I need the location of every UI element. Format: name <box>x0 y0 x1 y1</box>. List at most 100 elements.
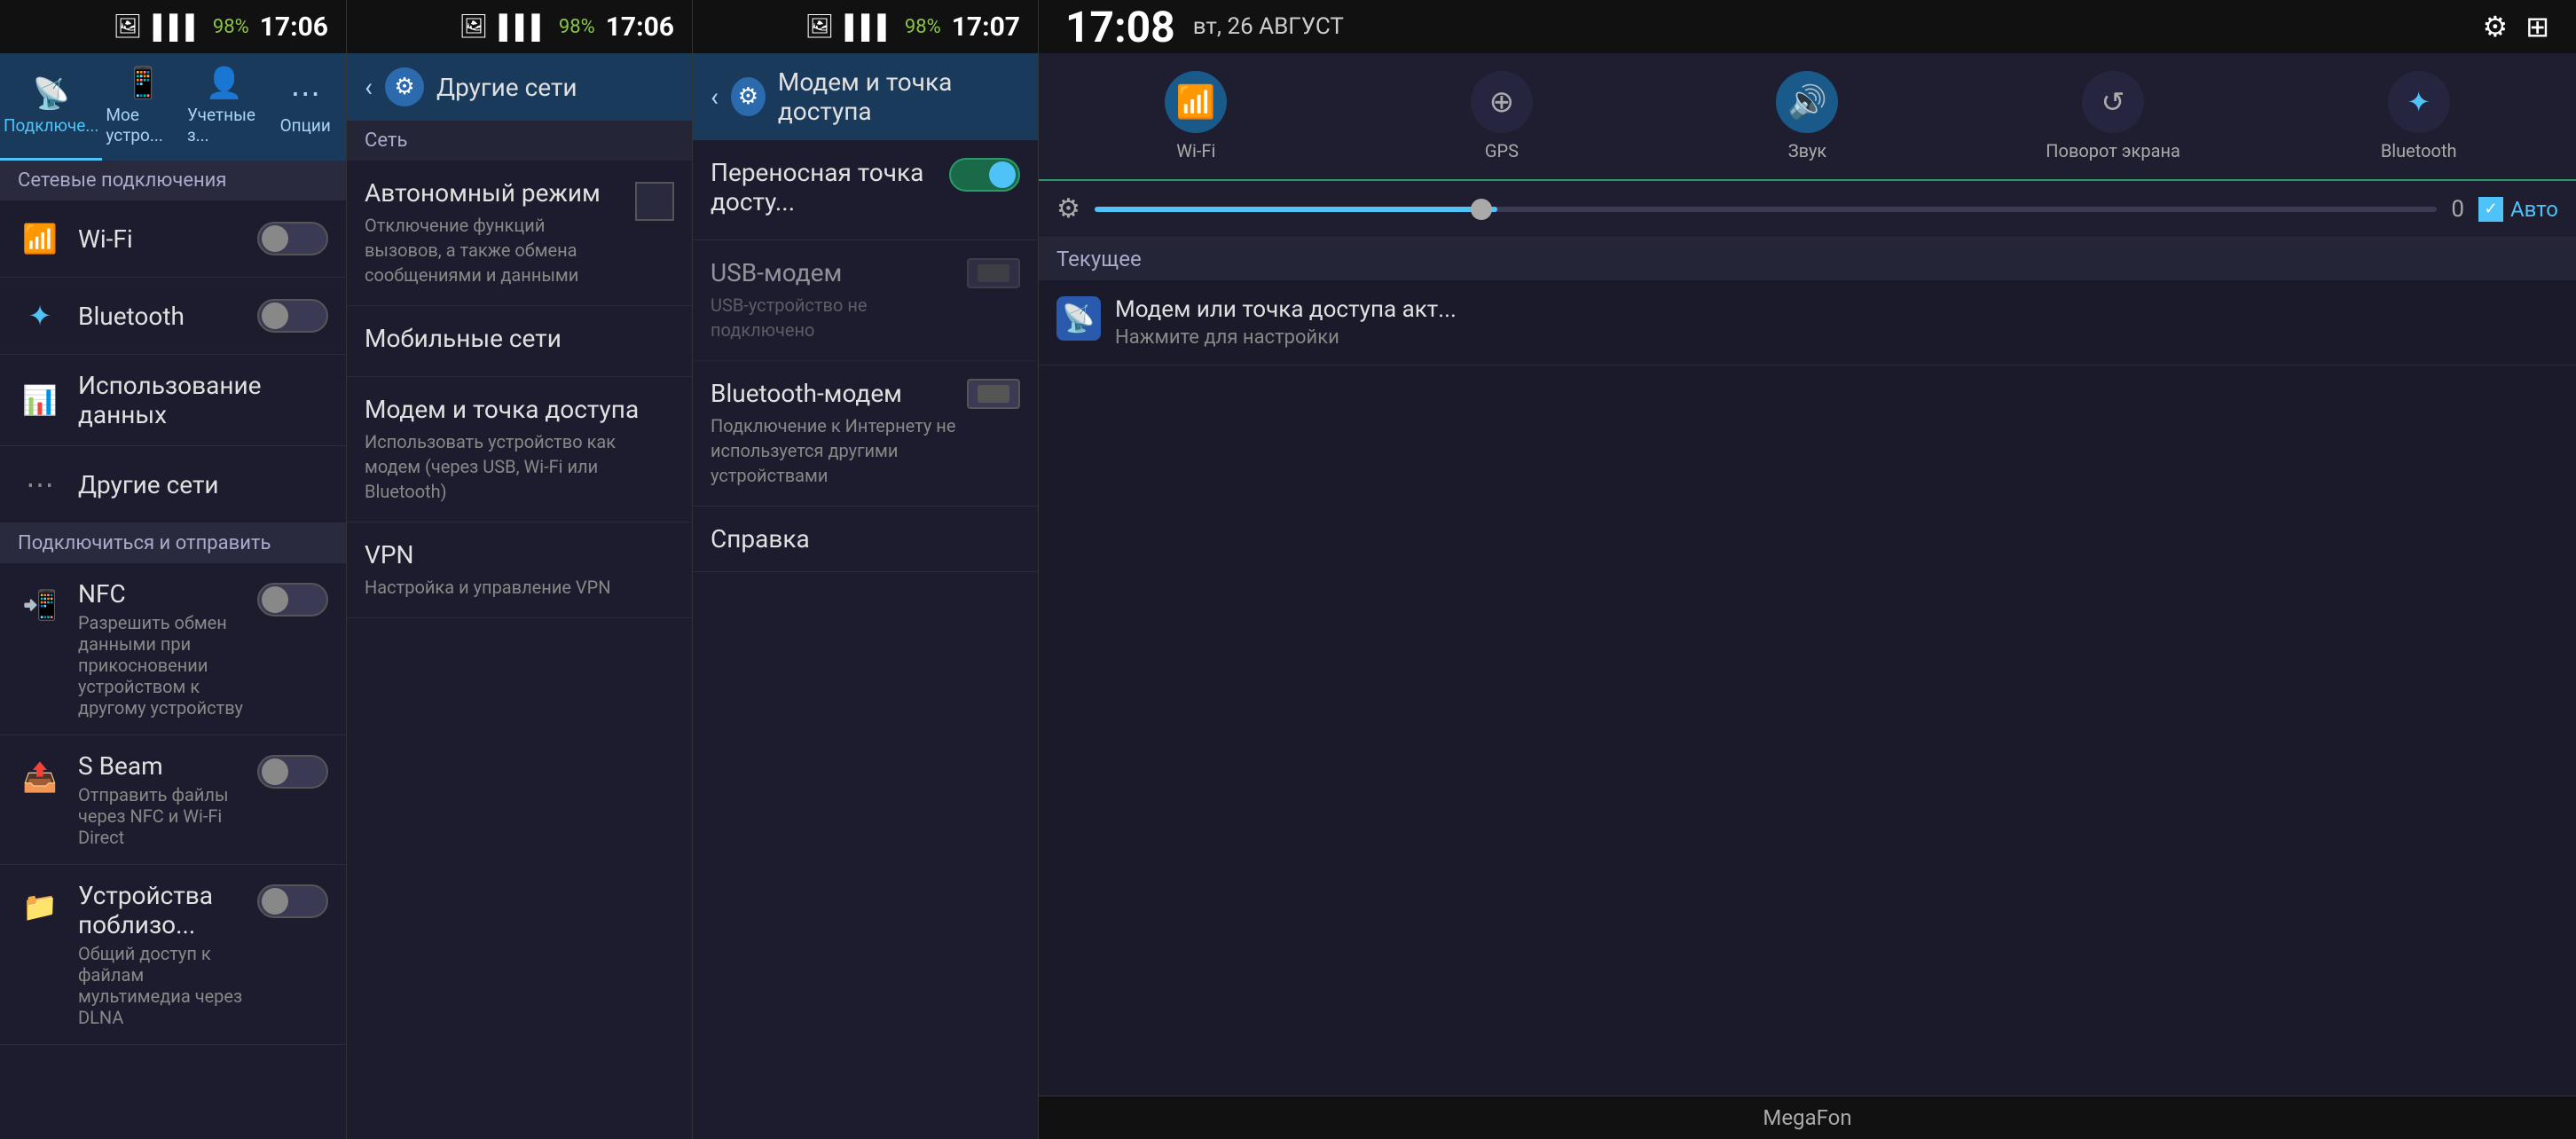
back-button-3[interactable]: ‹ <box>711 82 719 113</box>
bluetooth-toggle-circle <box>262 302 288 329</box>
sbeam-text: S Beam Отправить файлы через NFC и Wi-Fi… <box>78 751 257 848</box>
modem-hotspot-header-title: Модем и точка доступа <box>778 67 1020 126</box>
portable-hotspot-item[interactable]: Переносная точка досту... <box>693 140 1038 240</box>
bluetooth-toggle[interactable] <box>257 299 328 333</box>
section-connect: Подключиться и отправить <box>0 523 346 563</box>
nfc-text: NFC Разрешить обмен данными при прикосно… <box>78 579 257 719</box>
wifi-text: Wi-Fi <box>78 224 257 254</box>
notif-status-icons: ⚙ ⊞ <box>2483 10 2550 43</box>
nfc-toggle[interactable] <box>257 583 328 617</box>
modem-hotspot-desc: Использовать устройство как модем (через… <box>365 429 674 504</box>
brightness-slider[interactable] <box>1095 207 2437 212</box>
usb-modem-item[interactable]: USB-модем USB-устройство не подключено <box>693 240 1038 361</box>
portable-hotspot-toggle[interactable] <box>949 158 1020 192</box>
usb-modem-checkbox-inner <box>978 264 1009 282</box>
autonomous-mode-item[interactable]: Автономный режим Отключение функций вызо… <box>347 161 692 306</box>
portable-hotspot-text: Переносная точка досту... <box>711 158 940 222</box>
panel-other-networks: 🖼 ▌▌▌ 98% 17:06 ‹ ⚙ Другие сети Сеть Авт… <box>346 0 692 1139</box>
notif-item-hotspot[interactable]: 📡 Модем или точка доступа акт... Нажмите… <box>1039 280 2576 365</box>
sbeam-toggle[interactable] <box>257 755 328 789</box>
other-networks-text: Другие сети <box>78 470 328 499</box>
auto-check-icon: ✓ <box>2478 197 2503 222</box>
bluetooth-icon: ✦ <box>18 294 62 338</box>
bluetooth-setting[interactable]: ✦ Bluetooth <box>0 278 346 355</box>
vpn-item[interactable]: VPN Настройка и управление VPN <box>347 522 692 618</box>
my-device-label: Мое устро... <box>106 105 180 145</box>
autonomous-mode-checkbox[interactable] <box>635 182 674 221</box>
wifi-icon: 📶 <box>18 216 62 261</box>
brightness-icon[interactable]: ⚙ <box>1056 193 1080 224</box>
quick-sound[interactable]: 🔊 Звук <box>1659 71 1956 161</box>
panel-connections: 🖼 ▌▌▌ 98% 17:06 📡 Подключе... 📱 Мое устр… <box>0 0 346 1139</box>
other-networks-setting[interactable]: ⋯ Другие сети <box>0 446 346 523</box>
quick-gps[interactable]: ⊕ GPS <box>1354 71 1651 161</box>
other-networks-title: Другие сети <box>78 470 328 499</box>
battery-2: 98% <box>559 16 595 38</box>
bluetooth-modem-checkbox[interactable] <box>967 379 1020 409</box>
battery-1: 98% <box>213 16 249 38</box>
notif-section-current: Текущее <box>1039 238 2576 280</box>
quick-gps-icon: ⊕ <box>1471 71 1533 133</box>
usb-modem-title: USB-модем <box>711 258 958 287</box>
usb-modem-checkbox[interactable] <box>967 258 1020 288</box>
tab-connections[interactable]: 📡 Подключе... <box>0 53 102 161</box>
status-bar-2: 🖼 ▌▌▌ 98% 17:06 <box>347 0 692 53</box>
other-networks-header: ‹ ⚙ Другие сети <box>347 53 692 121</box>
mobile-networks-item[interactable]: Мобильные сети <box>347 306 692 377</box>
tab-options[interactable]: ⋯ Опции <box>264 53 346 161</box>
nearby-toggle[interactable] <box>257 884 328 918</box>
bluetooth-modem-desc: Подключение к Интернету не используется … <box>711 413 958 488</box>
wifi-setting[interactable]: 📶 Wi-Fi <box>0 200 346 278</box>
battery-3: 98% <box>905 16 941 38</box>
settings-icon[interactable]: ⚙ <box>2483 10 2509 43</box>
other-networks-header-icon: ⚙ <box>385 67 424 106</box>
sbeam-setting[interactable]: 📤 S Beam Отправить файлы через NFC и Wi-… <box>0 735 346 865</box>
accounts-label: Учетные з... <box>187 105 262 145</box>
quick-bluetooth[interactable]: ✦ Bluetooth <box>2270 71 2567 161</box>
quick-wifi[interactable]: 📶 Wi-Fi <box>1048 71 1345 161</box>
bluetooth-modem-checkbox-inner <box>978 385 1009 403</box>
data-usage-title: Использование данных <box>78 371 328 429</box>
autonomous-mode-title: Автономный режим <box>365 178 626 208</box>
wifi-toggle-circle <box>262 225 288 252</box>
grid-icon[interactable]: ⊞ <box>2525 10 2549 43</box>
bluetooth-text: Bluetooth <box>78 302 257 331</box>
brightness-auto-label: Авто <box>2510 197 2558 222</box>
quick-sound-icon: 🔊 <box>1776 71 1838 133</box>
sbeam-desc: Отправить файлы через NFC и Wi-Fi Direct <box>78 784 257 848</box>
quick-gps-label: GPS <box>1485 140 1519 161</box>
wifi-title: Wi-Fi <box>78 224 257 254</box>
tab-bar-1: 📡 Подключе... 📱 Мое устро... 👤 Учетные з… <box>0 53 346 161</box>
image-icon-2: 🖼 <box>459 13 489 40</box>
tab-my-device[interactable]: 📱 Мое устро... <box>102 53 184 161</box>
net-section-header: Сеть <box>347 121 692 161</box>
nearby-desc: Общий доступ к файлам мультимедиа через … <box>78 943 257 1028</box>
modem-hotspot-item[interactable]: Модем и точка доступа Использовать устро… <box>347 377 692 522</box>
sbeam-icon: 📤 <box>18 755 62 799</box>
quick-sound-label: Звук <box>1788 140 1826 161</box>
spravka-item[interactable]: Справка <box>693 507 1038 572</box>
tab-accounts[interactable]: 👤 Учетные з... <box>184 53 265 161</box>
notif-time: 17:08 <box>1065 2 1175 52</box>
back-button-2[interactable]: ‹ <box>365 72 373 103</box>
image-icon-1: 🖼 <box>114 13 143 40</box>
wifi-toggle[interactable] <box>257 222 328 255</box>
options-label: Опции <box>280 115 331 136</box>
usb-modem-desc: USB-устройство не подключено <box>711 293 958 342</box>
quick-toggles: 📶 Wi-Fi ⊕ GPS 🔊 Звук ↺ Поворот экрана ✦ … <box>1039 53 2576 181</box>
panel-modem-hotspot: 🖼 ▌▌▌ 98% 17:07 ‹ ⚙ Модем и точка доступ… <box>692 0 1038 1139</box>
nfc-setting[interactable]: 📲 NFC Разрешить обмен данными при прикос… <box>0 563 346 735</box>
brightness-auto[interactable]: ✓ Авто <box>2478 197 2558 222</box>
notif-status-bar: 17:08 вт, 26 АВГУСТ ⚙ ⊞ <box>1039 0 2576 53</box>
bluetooth-modem-title: Bluetooth-модем <box>711 379 958 408</box>
data-usage-setting[interactable]: 📊 Использование данных <box>0 355 346 446</box>
nearby-setting[interactable]: 📁 Устройства поблизо... Общий доступ к ф… <box>0 865 346 1045</box>
status-bar-1: 🖼 ▌▌▌ 98% 17:06 <box>0 0 346 53</box>
sbeam-toggle-circle <box>262 758 288 785</box>
sbeam-title: S Beam <box>78 751 257 781</box>
bluetooth-modem-item[interactable]: Bluetooth-модем Подключение к Интернету … <box>693 361 1038 507</box>
quick-rotate[interactable]: ↺ Поворот экрана <box>1965 71 2262 161</box>
mobile-networks-title: Мобильные сети <box>365 324 674 353</box>
my-device-icon: 📱 <box>124 66 161 101</box>
panel-notifications: 17:08 вт, 26 АВГУСТ ⚙ ⊞ 📶 Wi-Fi ⊕ GPS 🔊 … <box>1038 0 2576 1139</box>
